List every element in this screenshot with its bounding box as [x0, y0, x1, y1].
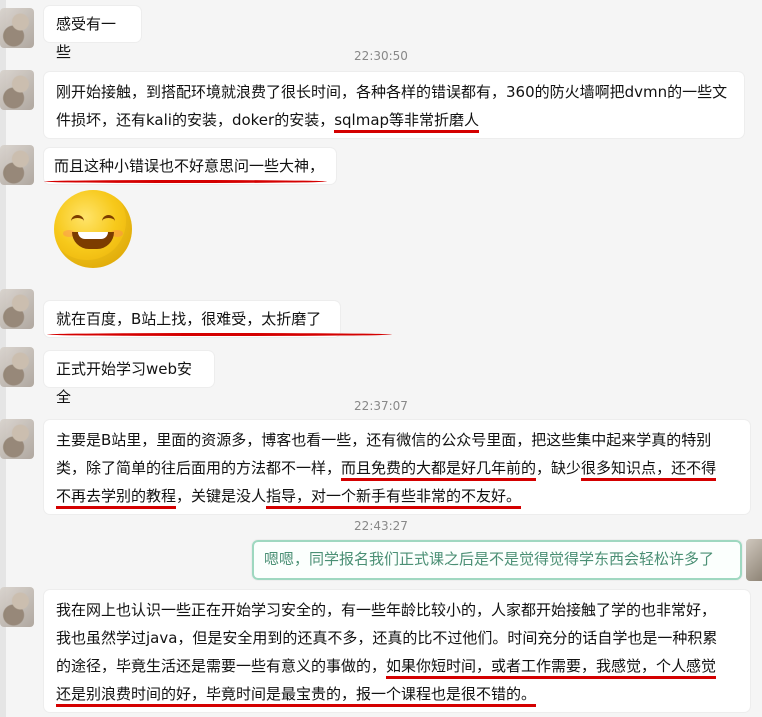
timestamp: 22:37:07 — [354, 399, 408, 413]
message-bubble[interactable]: 我在网上也认识一些正在开始学习安全的，有一些年龄比较小的，人家都开始接触了学的也… — [44, 590, 750, 712]
chat-window: 感受有一些 22:30:50 刚开始接触，到搭配环境就浪费了很长时间，各种各样的… — [0, 0, 762, 717]
avatar[interactable] — [0, 419, 34, 459]
highlighted-text: sqlmap等非常折磨人 — [334, 111, 480, 133]
message-text: 嗯嗯，同学报名我们正式课之后是不是觉得觉得学东西会轻松许多了 — [264, 550, 715, 568]
avatar[interactable] — [0, 347, 34, 387]
emoji-eye — [71, 215, 84, 225]
message-line: 我也虽然学过java，但是安全用到的还真不多，还真的比不过他们。时间充分的话自学… — [56, 624, 738, 652]
timestamp: 22:30:50 — [354, 49, 408, 63]
message-line: 我在网上也认识一些正在开始学习安全的，有一些年龄比较小的，人家都开始接触了学的也… — [56, 596, 738, 624]
message-bubble[interactable]: 主要是B站里，里面的资源多，博客也看一些，还有微信的公众号里面，把这些集中起来学… — [44, 420, 750, 514]
message-text: 我也虽然学过java，但是安全用到的还真不多，还真的比不过他们。时间充分的话自学… — [56, 629, 718, 647]
message-bubble[interactable]: 就在百度，B站上找，很难受，太折磨了 — [44, 301, 340, 337]
avatar[interactable] — [0, 8, 34, 48]
message-text: ，关键是没人 — [176, 487, 267, 505]
grinning-emoji-icon — [54, 190, 132, 268]
avatar[interactable] — [0, 289, 34, 329]
message-bubble-outgoing[interactable]: 嗯嗯，同学报名我们正式课之后是不是觉得觉得学东西会轻松许多了 — [252, 540, 742, 580]
message-text: ，缺少 — [536, 459, 582, 477]
avatar[interactable] — [0, 145, 34, 185]
message-bubble[interactable]: 而且这种小错误也不好意思问一些大神， — [44, 148, 336, 184]
highlighted-text: 报一个课程也是很不错的。 — [356, 685, 537, 707]
highlighted-text: 不再去学别的教程 — [56, 487, 177, 509]
message-line: 的途径，毕竟生活还是需要一些有意义的事做的，如果你短时间，或者工作需要，我感觉，… — [56, 652, 738, 680]
timestamp: 22:43:27 — [354, 519, 408, 533]
annotation-underline — [47, 333, 392, 336]
annotation-underline — [44, 180, 327, 183]
emoji-mouth — [72, 232, 114, 249]
message-line: 类，除了简单的往后面用的方法都不一样，而且免费的大都是好几年前的，缺少很多知识点… — [56, 454, 738, 482]
message-text: 我在网上也认识一些正在开始学习安全的，有一些年龄比较小的，人家都开始接触了学的也… — [56, 601, 717, 619]
highlighted-text: 很多知识点 — [581, 459, 657, 481]
highlighted-text: 如果你短时间，或者工作需要，我感觉，个人感觉 — [386, 657, 717, 679]
avatar[interactable] — [746, 539, 762, 581]
highlighted-text: 指导 — [266, 487, 297, 509]
highlighted-text: 还是别浪费时间的好，毕竟时间是最宝贵的， — [56, 685, 357, 707]
message-text: 主要是B站里，里面的资源多，博客也看一些，还有微信的公众号里面，把这些集中起来学… — [56, 431, 712, 449]
message-text: 就在百度，B站上找，很难受，太折磨了 — [56, 310, 322, 328]
message-text: 而且这种小错误也不好意思问一些大神， — [54, 157, 325, 175]
message-bubble[interactable]: 感受有一些 — [44, 6, 141, 61]
avatar[interactable] — [0, 70, 34, 110]
emoji-eye — [102, 215, 115, 225]
message-text: 的途径，毕竟生活还是需要一些有意义的事做的， — [56, 657, 387, 675]
highlighted-text: 而且免费的大都是好几年前的 — [341, 459, 537, 481]
message-line: 不再去学别的教程，关键是没人指导，对一个新手有些非常的不友好。 — [56, 482, 738, 510]
highlighted-text: ，对一个新手有些非常的不友好。 — [296, 487, 522, 509]
message-line: 还是别浪费时间的好，毕竟时间是最宝贵的，报一个课程也是很不错的。 — [56, 680, 738, 708]
avatar[interactable] — [0, 587, 34, 627]
message-bubble[interactable]: 刚开始接触，到搭配环境就浪费了很长时间，各种各样的错误都有，360的防火墙啊把d… — [44, 72, 744, 138]
message-bubble[interactable]: 正式开始学习web安全 — [44, 351, 214, 406]
highlighted-text: ，还不得 — [656, 459, 717, 481]
message-line: 主要是B站里，里面的资源多，博客也看一些，还有微信的公众号里面，把这些集中起来学… — [56, 426, 738, 454]
message-text: 类，除了简单的往后面用的方法都不一样， — [56, 459, 342, 477]
